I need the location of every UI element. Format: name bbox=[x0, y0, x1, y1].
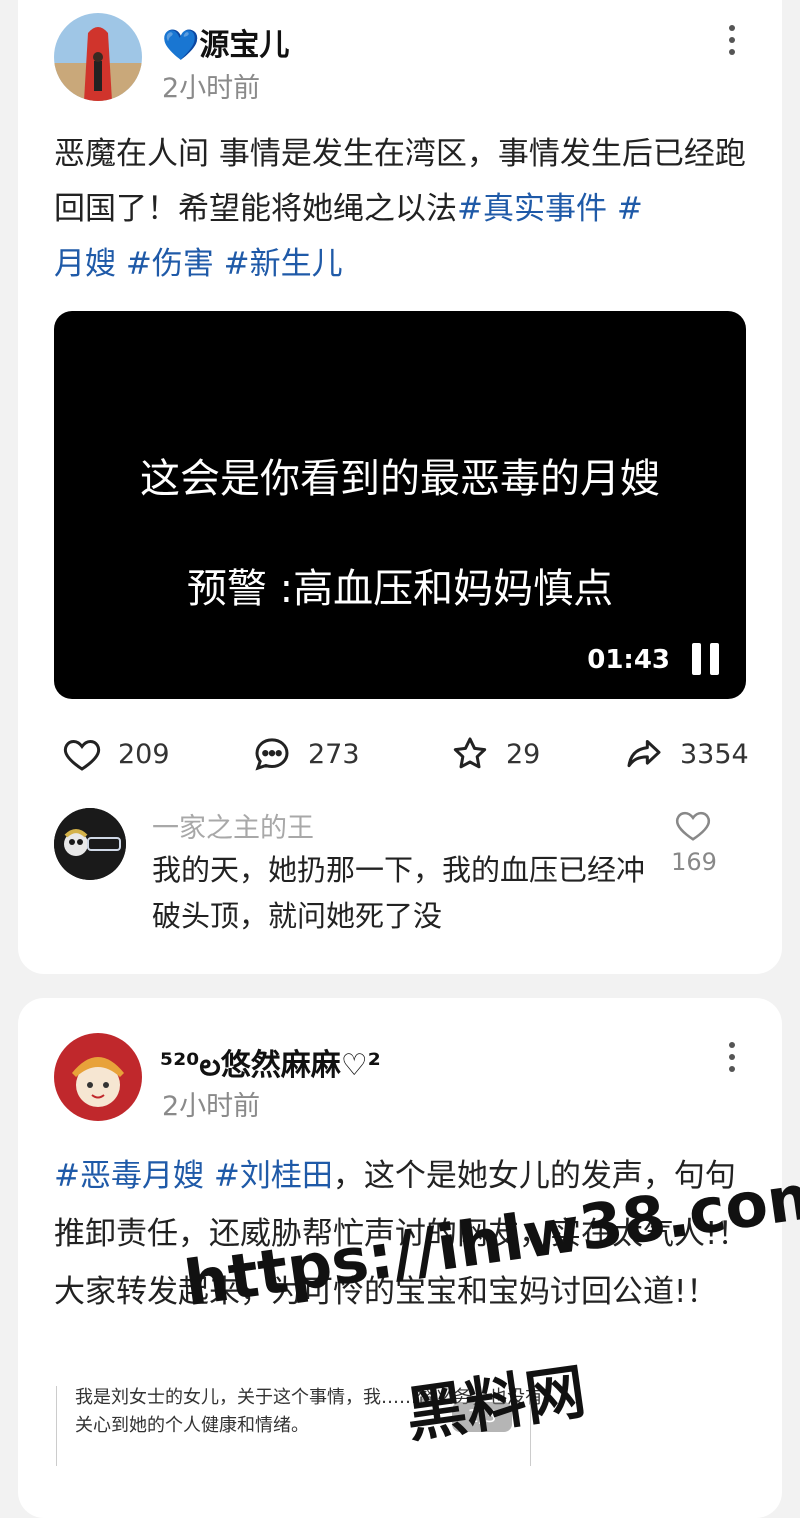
hashtag[interactable]: #恶毒月嫂 bbox=[54, 1158, 204, 1194]
post-card: 💙源宝儿 2小时前 恶魔在人间 事情是发生在湾区，事情发生后已经跑回国了！希望能… bbox=[18, 0, 782, 974]
video-duration: 01:43 bbox=[587, 645, 670, 675]
hashtag[interactable]: 月嫂 #伤害 #新生儿 bbox=[54, 246, 343, 282]
star-icon bbox=[453, 737, 487, 769]
comment-like-count: 169 bbox=[671, 848, 717, 876]
share-button[interactable]: 3354 bbox=[624, 734, 749, 774]
heart-icon bbox=[63, 739, 101, 771]
hashtag[interactable]: #真实事件 # bbox=[457, 191, 643, 227]
comment-like-button[interactable] bbox=[668, 806, 718, 848]
comment-count: 273 bbox=[308, 738, 360, 770]
video-caption-line2: 预警 :高血压和妈妈慎点 bbox=[186, 566, 614, 612]
username[interactable]: ⁵²⁰ల悠然麻麻♡² bbox=[160, 1040, 381, 1090]
avatar[interactable] bbox=[54, 13, 142, 101]
post-time: 2小时前 bbox=[162, 73, 261, 104]
comment-button[interactable]: 273 bbox=[252, 734, 360, 774]
share-count: 3354 bbox=[680, 738, 749, 770]
comment-icon bbox=[255, 738, 289, 771]
comment-text: 我的天，她扔那一下，我的血压已经冲破头顶，就问她死了没 bbox=[152, 853, 646, 933]
video-player[interactable]: 这会是你看到的最恶毒的月嫂 预警 :高血压和妈妈慎点 01:43 bbox=[54, 311, 746, 699]
avatar[interactable] bbox=[54, 1033, 142, 1121]
heart-icon bbox=[675, 811, 711, 841]
favorite-count: 29 bbox=[506, 738, 541, 770]
more-options-icon[interactable] bbox=[725, 1042, 739, 1072]
comment-username[interactable]: 一家之主的王 bbox=[152, 806, 314, 845]
pause-icon[interactable] bbox=[692, 643, 720, 675]
more-options-icon[interactable] bbox=[725, 25, 739, 55]
post-time: 2小时前 bbox=[162, 1091, 261, 1122]
hashtag[interactable]: #刘桂田 bbox=[214, 1158, 333, 1194]
like-button[interactable]: 209 bbox=[62, 734, 170, 774]
share-icon bbox=[627, 740, 661, 768]
favorite-button[interactable]: 29 bbox=[450, 734, 540, 774]
comment-avatar[interactable] bbox=[54, 808, 126, 880]
like-count: 209 bbox=[118, 738, 170, 770]
video-caption-line1: 这会是你看到的最恶毒的月嫂 bbox=[140, 456, 660, 502]
username[interactable]: 💙源宝儿 bbox=[162, 20, 289, 64]
post-text: 恶魔在人间 事情是发生在湾区，事情发生后已经跑回国了！希望能将她绳之以法#真实事… bbox=[54, 127, 754, 292]
